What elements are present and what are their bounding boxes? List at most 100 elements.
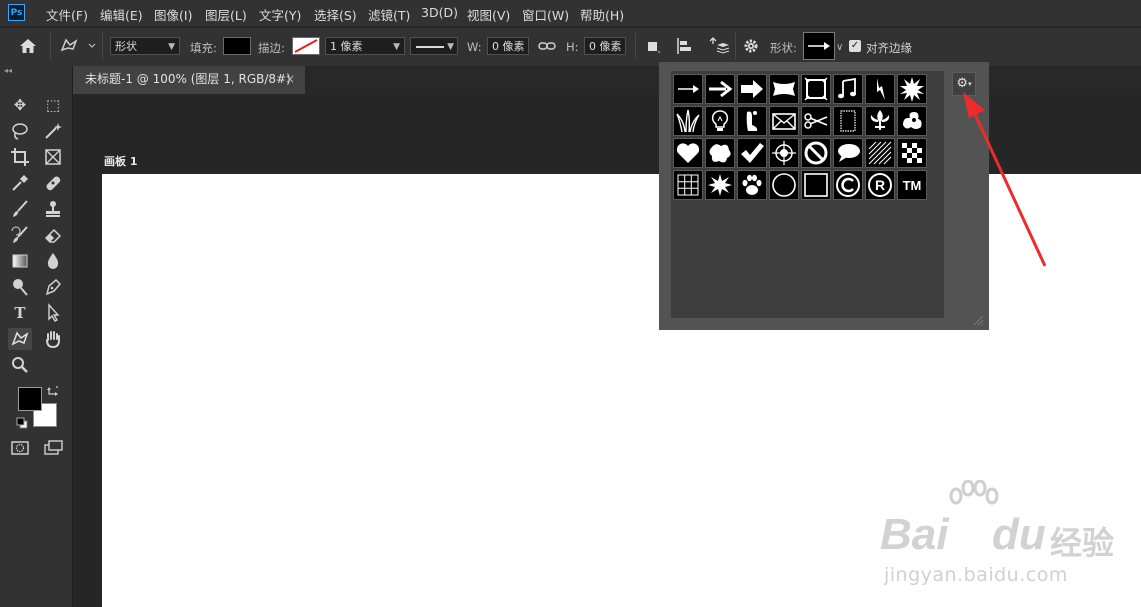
chevron-down-icon: ▼ bbox=[393, 42, 400, 52]
gear-icon[interactable] bbox=[742, 37, 760, 55]
home-icon[interactable] bbox=[18, 37, 38, 55]
menu-bar: Ps 文件(F) 编辑(E) 图像(I) 图层(L) 文字(Y) 选择(S) 滤… bbox=[0, 0, 1141, 26]
shape-burst-icon[interactable] bbox=[705, 170, 735, 200]
shape-scissors-icon[interactable] bbox=[801, 106, 831, 136]
shape-checker-icon[interactable] bbox=[897, 138, 927, 168]
pen-tool-icon[interactable] bbox=[41, 276, 65, 298]
custom-shape-tool-preset-icon[interactable] bbox=[58, 36, 98, 56]
menu-window[interactable]: 窗口(W) bbox=[522, 5, 569, 24]
shape-circle-icon[interactable] bbox=[769, 170, 799, 200]
shape-stamp-icon[interactable] bbox=[833, 106, 863, 136]
shape-envelope-icon[interactable] bbox=[769, 106, 799, 136]
photoshop-logo-icon[interactable]: Ps bbox=[8, 4, 25, 21]
shape-registered-icon[interactable]: R bbox=[865, 170, 895, 200]
shape-banner-icon[interactable] bbox=[769, 74, 799, 104]
swap-colors-icon[interactable] bbox=[47, 384, 61, 396]
quick-mask-icon[interactable] bbox=[10, 439, 30, 457]
brush-tool-icon[interactable] bbox=[8, 198, 32, 220]
screen-mode-icon[interactable] bbox=[43, 439, 65, 457]
magic-wand-tool-icon[interactable] bbox=[41, 120, 65, 142]
type-tool-icon[interactable]: T bbox=[8, 302, 32, 324]
hand-tool-icon[interactable] bbox=[41, 328, 65, 350]
resize-grip-icon[interactable] bbox=[972, 314, 984, 326]
menu-help[interactable]: 帮助(H) bbox=[580, 5, 624, 24]
menu-file[interactable]: 文件(F) bbox=[46, 5, 88, 24]
shape-music-note-icon[interactable] bbox=[833, 74, 863, 104]
shape-lightbulb-icon[interactable] bbox=[705, 106, 735, 136]
move-tool-icon[interactable]: ✥ bbox=[8, 94, 32, 116]
history-brush-tool-icon[interactable] bbox=[8, 224, 32, 246]
artboard-label[interactable]: 画板 1 bbox=[104, 153, 137, 169]
stroke-type-select[interactable]: ▼ bbox=[410, 37, 458, 55]
healing-brush-tool-icon[interactable] bbox=[41, 172, 65, 194]
watermark-url: jingyan.baidu.com bbox=[884, 564, 1068, 586]
foreground-color-swatch[interactable] bbox=[18, 387, 42, 411]
shape-fleur-de-lis-icon[interactable] bbox=[865, 106, 895, 136]
fill-swatch[interactable] bbox=[223, 37, 251, 55]
stroke-width-value: 1 像素 bbox=[330, 40, 363, 53]
custom-shape-tool-icon[interactable] bbox=[8, 328, 32, 350]
menu-filter[interactable]: 滤镜(T) bbox=[368, 5, 410, 24]
document-tab-title: 未标题-1 @ 100% (图层 1, RGB/8#) bbox=[85, 72, 291, 86]
close-tab-icon[interactable]: × bbox=[285, 66, 295, 93]
shape-starburst-icon[interactable] bbox=[897, 74, 927, 104]
shape-square-icon[interactable] bbox=[801, 170, 831, 200]
gradient-tool-icon[interactable] bbox=[8, 250, 32, 272]
shape-grass-icon[interactable] bbox=[673, 106, 703, 136]
default-colors-icon[interactable] bbox=[16, 417, 28, 429]
shape-heart-icon[interactable] bbox=[673, 138, 703, 168]
crop-tool-icon[interactable] bbox=[8, 146, 32, 168]
collapse-panel-icon[interactable]: ◂◂ bbox=[4, 66, 12, 75]
shape-trademark-icon[interactable]: TM bbox=[897, 170, 927, 200]
shape-lightning-icon[interactable] bbox=[865, 74, 895, 104]
stroke-width-input[interactable]: 1 像素 ▼ bbox=[325, 37, 405, 55]
lasso-tool-icon[interactable] bbox=[8, 120, 32, 142]
chevron-down-icon: ▼ bbox=[168, 42, 175, 52]
shape-target-icon[interactable] bbox=[769, 138, 799, 168]
shape-ornament-icon[interactable] bbox=[897, 106, 927, 136]
width-input[interactable]: 0 像素 bbox=[487, 37, 529, 55]
shape-grid-icon[interactable] bbox=[673, 170, 703, 200]
mode-select[interactable]: 形状 ▼ bbox=[110, 37, 180, 55]
annotation-arrow-icon bbox=[955, 88, 1065, 278]
frame-tool-icon[interactable] bbox=[41, 146, 65, 168]
menu-layer[interactable]: 图层(L) bbox=[205, 5, 247, 24]
eraser-tool-icon[interactable] bbox=[41, 224, 65, 246]
shape-dropdown-chevron-icon[interactable]: ∨ bbox=[836, 42, 843, 53]
dodge-tool-icon[interactable] bbox=[8, 276, 32, 298]
zoom-tool-icon[interactable] bbox=[8, 354, 32, 376]
path-operations-icon[interactable] bbox=[645, 38, 661, 54]
shape-hatch-icon[interactable] bbox=[865, 138, 895, 168]
clone-stamp-tool-icon[interactable] bbox=[41, 198, 65, 220]
menu-edit[interactable]: 编辑(E) bbox=[100, 5, 143, 24]
marquee-tool-icon[interactable]: ⬚ bbox=[41, 94, 65, 116]
shape-blob-icon[interactable] bbox=[705, 138, 735, 168]
path-arrangement-icon[interactable] bbox=[708, 37, 730, 57]
shape-checkmark-icon[interactable] bbox=[737, 138, 767, 168]
align-edges-checkbox[interactable]: ✓ bbox=[849, 40, 861, 52]
menu-3d[interactable]: 3D(D) bbox=[421, 5, 458, 20]
link-icon[interactable] bbox=[538, 39, 556, 53]
menu-select[interactable]: 选择(S) bbox=[314, 5, 357, 24]
shape-copyright-icon[interactable] bbox=[833, 170, 863, 200]
width-value: 0 像素 bbox=[492, 40, 525, 53]
shape-arrow-medium-icon[interactable] bbox=[705, 74, 735, 104]
shape-no-sign-icon[interactable] bbox=[801, 138, 831, 168]
height-input[interactable]: 0 像素 bbox=[584, 37, 626, 55]
shape-speech-bubble-icon[interactable] bbox=[833, 138, 863, 168]
path-alignment-icon[interactable] bbox=[675, 37, 697, 55]
document-tab[interactable]: 未标题-1 @ 100% (图层 1, RGB/8#) × bbox=[73, 66, 305, 94]
blur-tool-icon[interactable] bbox=[41, 250, 65, 272]
shape-foot-icon[interactable] bbox=[737, 106, 767, 136]
shape-arrow-bold-icon[interactable] bbox=[737, 74, 767, 104]
stroke-swatch-none[interactable] bbox=[292, 37, 320, 55]
shape-preview-button[interactable] bbox=[803, 32, 835, 60]
menu-image[interactable]: 图像(I) bbox=[154, 5, 192, 24]
path-selection-tool-icon[interactable] bbox=[41, 302, 65, 324]
shape-paw-icon[interactable] bbox=[737, 170, 767, 200]
shape-frame-icon[interactable] bbox=[801, 74, 831, 104]
eyedropper-tool-icon[interactable] bbox=[8, 172, 32, 194]
shape-arrow-thin-icon[interactable] bbox=[673, 74, 703, 104]
menu-type[interactable]: 文字(Y) bbox=[259, 5, 301, 24]
menu-view[interactable]: 视图(V) bbox=[467, 5, 510, 24]
